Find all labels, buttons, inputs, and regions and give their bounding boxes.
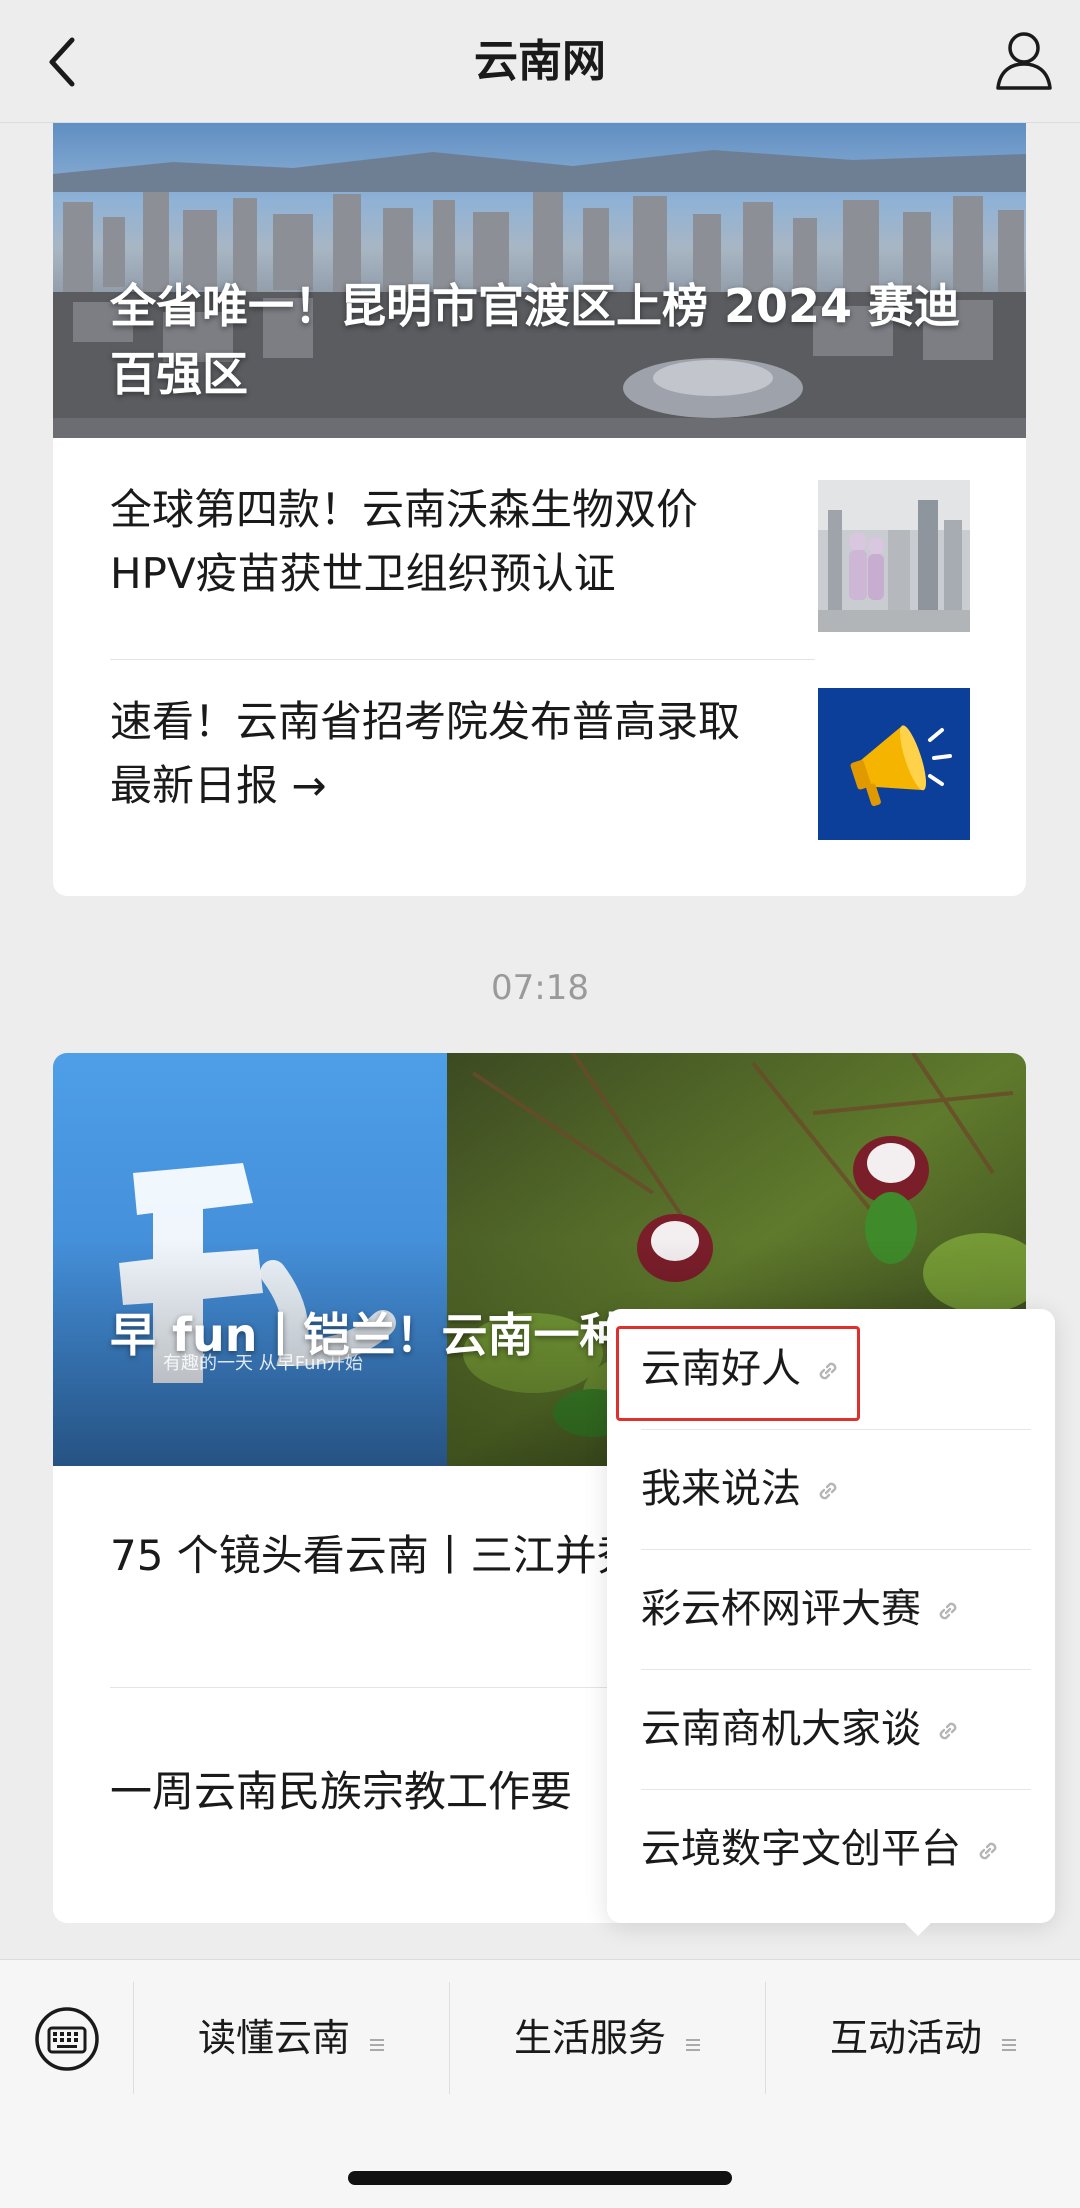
menu-lines-icon: [1000, 1963, 1018, 2119]
menu-item[interactable]: 云境数字文创平台: [641, 1789, 1031, 1909]
menu-item-label: 云境数字文创平台: [641, 1826, 961, 1872]
highlight-box: [616, 1326, 860, 1421]
keyboard-icon[interactable]: [34, 2006, 100, 2072]
tab-label: 生活服务: [513, 2016, 666, 2060]
menu-item-label: 云南商机大家谈: [641, 1706, 921, 1752]
popup-pointer: [900, 1918, 936, 1936]
tab-label: 读懂云南: [197, 2016, 350, 2060]
link-icon: [975, 1791, 1001, 1911]
article-title: 全球第四款！云南沃森生物双价HPV疫苗获世卫组织预认证: [110, 485, 699, 598]
menu-item[interactable]: 云南商机大家谈: [641, 1669, 1031, 1789]
hero-article[interactable]: 全省唯一！昆明市官渡区上榜 2024 赛迪百强区: [53, 122, 1026, 438]
menu-lines-icon: [684, 1963, 702, 2119]
tab-life-services[interactable]: 生活服务: [450, 1960, 766, 2116]
tab-interactive-activities[interactable]: 互动活动: [766, 1960, 1080, 2116]
link-icon: [935, 1671, 961, 1791]
menu-item[interactable]: 彩云杯网评大赛: [641, 1549, 1031, 1669]
megaphone-thumbnail: [818, 688, 970, 840]
lab-photo-thumbnail: [818, 480, 970, 632]
menu-lines-icon: [368, 1963, 386, 2119]
page-title: 云南网: [474, 36, 606, 87]
article-title: 速看！云南省招考院发布普高录取最新日报 →: [110, 697, 741, 810]
nav-bar: 云南网: [0, 0, 1080, 123]
tab-label: 互动活动: [829, 2016, 982, 2060]
menu-item[interactable]: 我来说法: [641, 1429, 1031, 1549]
menu-item-label: 彩云杯网评大赛: [641, 1586, 921, 1632]
message-timestamp: 07:18: [491, 968, 589, 1008]
link-icon: [815, 1431, 841, 1551]
home-indicator[interactable]: [348, 2171, 732, 2185]
tab-dudong-yunnan[interactable]: 读懂云南: [134, 1960, 450, 2116]
link-icon: [935, 1551, 961, 1671]
menu-item-label: 我来说法: [641, 1466, 801, 1512]
list-item[interactable]: 速看！云南省招考院发布普高录取最新日报 →: [110, 660, 970, 880]
hero-title: 全省唯一！昆明市官渡区上榜 2024 赛迪百强区: [110, 279, 961, 401]
list-item[interactable]: 全球第四款！云南沃森生物双价HPV疫苗获世卫组织预认证: [110, 438, 970, 648]
profile-icon[interactable]: [992, 28, 1056, 94]
article-card: 全省唯一！昆明市官渡区上榜 2024 赛迪百强区 全球第四款！云南沃森生物双价H…: [53, 122, 1026, 896]
